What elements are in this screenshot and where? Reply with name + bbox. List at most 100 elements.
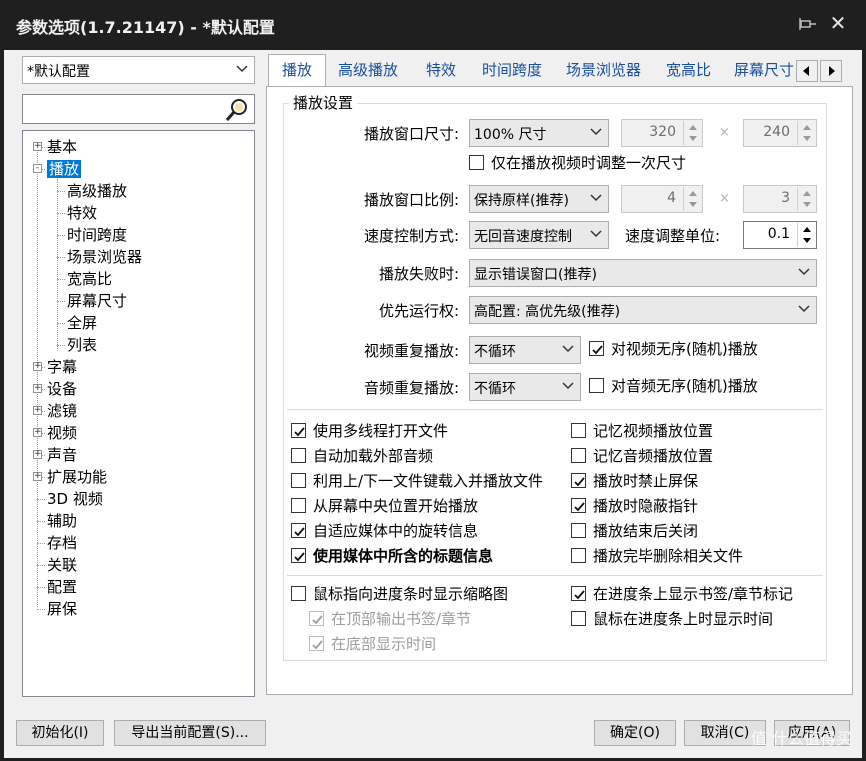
resize-once-checkbox[interactable]: 仅在播放视频时调整一次尺寸: [469, 153, 686, 173]
option-checkbox[interactable]: 播放时禁止屏保: [571, 471, 698, 491]
expand-icon[interactable]: +: [33, 472, 42, 481]
expand-icon[interactable]: +: [33, 384, 42, 393]
tab-scroll-left-icon[interactable]: [796, 60, 818, 82]
tree-item[interactable]: 3D 视频: [47, 489, 103, 509]
expand-icon[interactable]: +: [33, 450, 42, 459]
audio-repeat-select[interactable]: 不循环: [469, 373, 581, 401]
height-value: 240: [763, 124, 790, 140]
tab-scroll-right-icon[interactable]: [820, 60, 842, 82]
option-checkbox[interactable]: 使用多线程打开文件: [291, 421, 448, 441]
tree-item[interactable]: 屏保: [47, 599, 77, 619]
speed-unit-label: 速度调整单位:: [625, 227, 721, 245]
expand-icon[interactable]: +: [33, 362, 42, 371]
tree-item-label: 基本: [47, 138, 78, 156]
aspect-height-value: 3: [781, 190, 790, 206]
option-label: 播放完毕删除相关文件: [593, 547, 744, 565]
option-label: 记忆视频播放位置: [593, 422, 714, 440]
tree-item[interactable]: 存档: [47, 533, 77, 553]
chevron-down-icon: [590, 194, 602, 202]
tab-1[interactable]: 高级播放: [338, 56, 398, 86]
option-checkbox[interactable]: 自适应媒体中的旋转信息: [291, 521, 478, 541]
export-config-button[interactable]: 导出当前配置(S)...: [114, 720, 266, 746]
tree-item[interactable]: 列表: [67, 335, 97, 355]
tree-item[interactable]: 场景浏览器: [67, 247, 142, 267]
show-bookmarks-checkbox[interactable]: 在进度条上显示书签/章节标记: [571, 584, 793, 604]
profile-select[interactable]: *默认配置: [22, 56, 255, 84]
tree-item[interactable]: 高级播放: [67, 181, 127, 201]
expand-icon[interactable]: +: [33, 142, 42, 151]
option-checkbox[interactable]: 自动加载外部音频: [291, 446, 433, 466]
fail-label: 播放失败时:: [378, 265, 459, 283]
ok-button[interactable]: 确定(O): [594, 720, 676, 746]
fail-select[interactable]: 显示错误窗口(推荐): [469, 259, 817, 287]
tree-item[interactable]: 播放: [47, 159, 82, 179]
audio-shuffle-checkbox[interactable]: 对音频无序(随机)播放: [589, 376, 758, 396]
tree-item-label: 存档: [47, 534, 78, 552]
speed-mode-select[interactable]: 无回音速度控制: [469, 221, 609, 249]
tab-4[interactable]: 场景浏览器: [566, 56, 641, 86]
option-checkbox[interactable]: 记忆音频播放位置: [571, 446, 713, 466]
aspect-width-value: 4: [667, 190, 676, 206]
priority-select[interactable]: 高配置: 高优先级(推荐): [469, 296, 817, 324]
init-button[interactable]: 初始化(I): [16, 720, 104, 746]
tree-item[interactable]: 屏幕尺寸: [67, 291, 127, 311]
expand-icon[interactable]: +: [33, 428, 42, 437]
tree-item-label: 列表: [67, 336, 98, 354]
hover-time-checkbox[interactable]: 鼠标在进度条上时显示时间: [571, 609, 773, 629]
collapse-icon[interactable]: -: [33, 164, 42, 173]
chevron-down-icon: [590, 128, 602, 136]
tree-item[interactable]: 声音: [47, 445, 77, 465]
tab-2[interactable]: 特效: [426, 56, 456, 86]
window-size-select[interactable]: 100% 尺寸: [469, 119, 609, 147]
tree-item[interactable]: 设备: [47, 379, 77, 399]
tree-item[interactable]: 滤镜: [47, 401, 77, 421]
tree-item[interactable]: 基本: [47, 137, 77, 157]
pin-icon[interactable]: [798, 14, 818, 34]
tree-item-label: 特效: [67, 204, 98, 222]
profile-select-value: *默认配置: [27, 64, 90, 80]
chevron-down-icon: [236, 65, 248, 73]
tab-6[interactable]: 屏幕尺寸: [734, 56, 794, 86]
speed-unit-spinner[interactable]: 0.1: [743, 221, 817, 249]
option-checkbox[interactable]: 播放时隐蔽指针: [571, 496, 698, 516]
width-spinner[interactable]: 320: [621, 119, 703, 147]
close-icon[interactable]: ✕: [828, 12, 848, 34]
tree-item[interactable]: 宽高比: [67, 269, 112, 289]
tree-item[interactable]: 辅助: [47, 511, 77, 531]
aspect-select[interactable]: 保持原样(推荐): [469, 185, 609, 213]
tree-item[interactable]: 扩展功能: [47, 467, 107, 487]
tab-5[interactable]: 宽高比: [666, 56, 711, 86]
tree-item[interactable]: 视频: [47, 423, 77, 443]
aspect-height-spinner[interactable]: 3: [743, 185, 817, 213]
video-shuffle-checkbox[interactable]: 对视频无序(随机)播放: [589, 339, 758, 359]
video-repeat-select[interactable]: 不循环: [469, 336, 581, 364]
option-label: 使用多线程打开文件: [313, 422, 449, 440]
option-checkbox[interactable]: 播放完毕删除相关文件: [571, 546, 743, 566]
tree-item-label: 声音: [47, 446, 78, 464]
chevron-down-icon: [798, 305, 810, 313]
tree-item[interactable]: 全屏: [67, 313, 97, 333]
expand-icon[interactable]: +: [33, 406, 42, 415]
option-checkbox[interactable]: 播放结束后关闭: [571, 521, 698, 541]
tree-search[interactable]: [22, 94, 255, 124]
tree-item[interactable]: 配置: [47, 577, 77, 597]
tree-item[interactable]: 时间跨度: [67, 225, 127, 245]
option-checkbox[interactable]: 利用上/下一文件键载入并播放文件: [291, 471, 543, 491]
option-checkbox[interactable]: 记忆视频播放位置: [571, 421, 713, 441]
option-checkbox[interactable]: 从屏幕中央位置开始播放: [291, 496, 478, 516]
search-icon[interactable]: [224, 97, 250, 123]
tree-item[interactable]: 关联: [47, 555, 77, 575]
tree-item-label: 全屏: [67, 314, 98, 332]
tab-0[interactable]: 播放: [268, 54, 327, 86]
height-spinner[interactable]: 240: [743, 119, 817, 147]
tree-item-label: 扩展功能: [47, 468, 108, 486]
seek-thumbnail-checkbox[interactable]: 鼠标指向进度条时显示缩略图: [291, 584, 508, 604]
tree-item[interactable]: 字幕: [47, 357, 77, 377]
option-checkbox[interactable]: 使用媒体中所含的标题信息: [291, 546, 493, 566]
tree-item-label: 高级播放: [67, 182, 128, 200]
tab-3[interactable]: 时间跨度: [482, 56, 542, 86]
aspect-width-spinner[interactable]: 4: [621, 185, 703, 213]
tree-item-label: 时间跨度: [67, 226, 128, 244]
tree-item[interactable]: 特效: [67, 203, 97, 223]
option-label: 自适应媒体中的旋转信息: [313, 522, 479, 540]
